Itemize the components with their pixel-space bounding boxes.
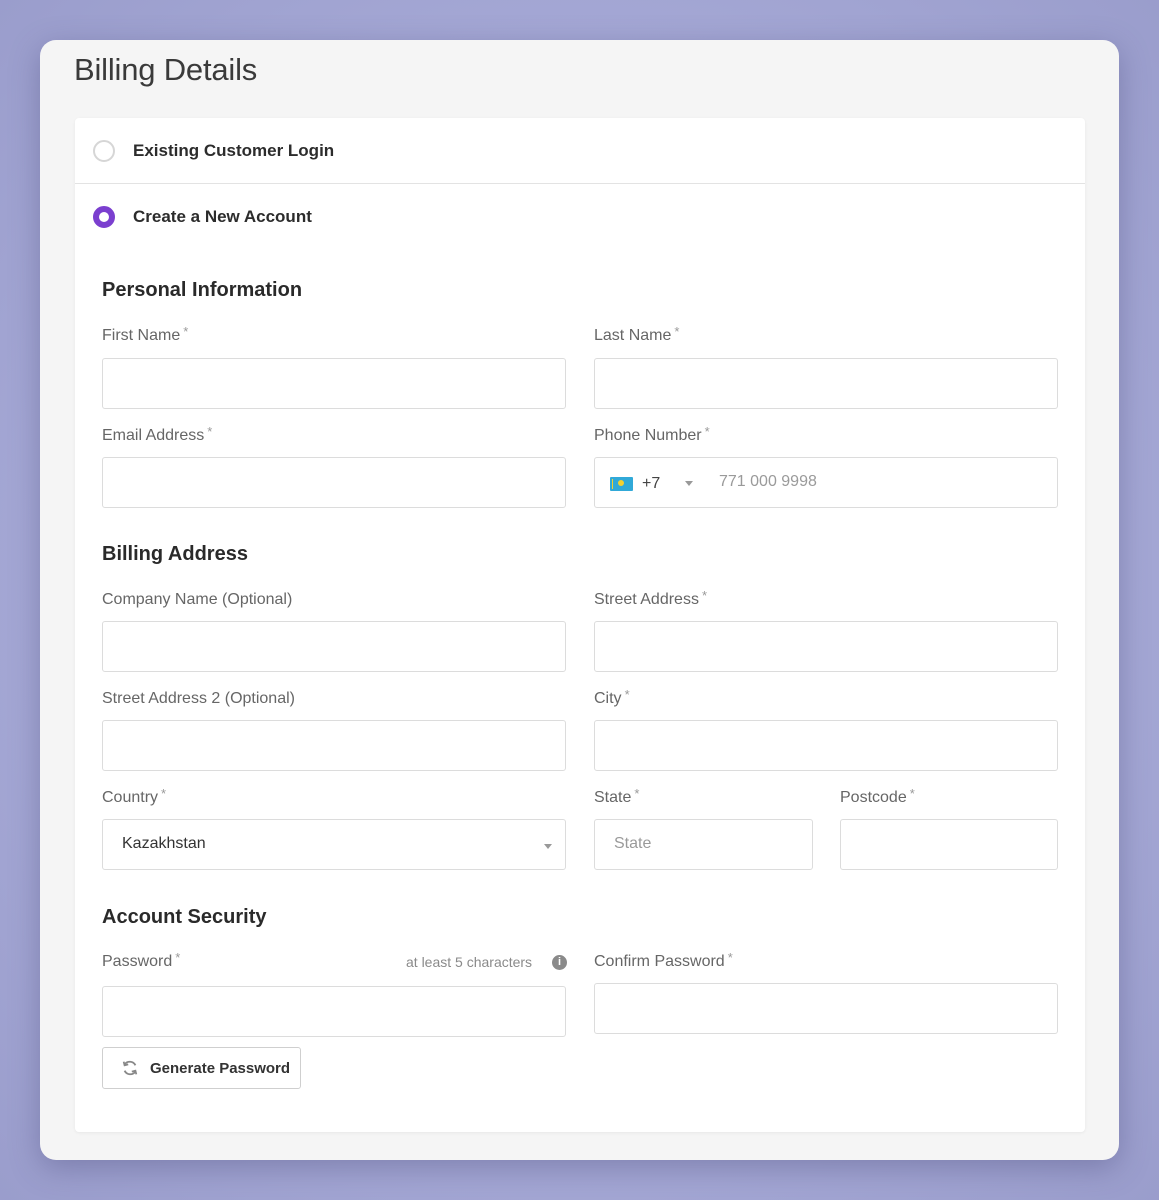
first-name-input[interactable] [102, 358, 566, 409]
street2-label: Street Address 2 (Optional) [102, 690, 295, 707]
generate-password-button[interactable]: Generate Password [102, 1047, 301, 1089]
email-label: Email Address * [102, 424, 213, 444]
company-input[interactable] [102, 621, 566, 672]
option-label-existing: Existing Customer Login [133, 140, 335, 160]
chevron-down-icon[interactable] [685, 481, 693, 486]
section-security-title: Account Security [102, 906, 267, 928]
last-name-label: Last Name * [594, 324, 680, 344]
confirm-password-label: Confirm Password * [594, 950, 733, 970]
country-label: Country * [102, 786, 167, 806]
option-new-account[interactable]: Create a New Account [75, 184, 1085, 250]
email-input[interactable] [102, 457, 566, 508]
postcode-label: Postcode * [840, 786, 915, 806]
city-input[interactable] [594, 720, 1058, 771]
option-label-new: Create a New Account [133, 207, 312, 226]
city-label: City * [594, 687, 630, 707]
password-label: Password * [102, 950, 181, 970]
info-icon[interactable]: i [552, 955, 567, 970]
street2-input[interactable] [102, 720, 566, 771]
section-personal-title: Personal Information [102, 279, 303, 301]
chevron-down-icon[interactable] [544, 844, 552, 849]
state-placeholder: State [614, 835, 652, 852]
company-label: Company Name (Optional) [102, 591, 293, 608]
page-title: Billing Details [74, 52, 258, 87]
confirm-password-input[interactable] [594, 983, 1058, 1034]
radio-new-account[interactable] [93, 206, 115, 228]
country-code[interactable]: +7 [642, 475, 660, 493]
section-billing-title: Billing Address [102, 543, 248, 565]
country-select[interactable]: Kazakhstan [102, 819, 566, 870]
street-label: Street Address * [594, 588, 708, 608]
kazakhstan-flag-icon[interactable] [610, 477, 633, 491]
generate-password-label: Generate Password [150, 1059, 291, 1077]
password-hint: at least 5 characters [406, 954, 533, 970]
postcode-input[interactable] [840, 819, 1058, 870]
state-label: State * [594, 786, 640, 806]
phone-placeholder: 771 000 9998 [719, 473, 817, 490]
state-input[interactable]: State [594, 819, 813, 870]
option-existing-customer[interactable]: Existing Customer Login [75, 118, 1085, 184]
country-value: Kazakhstan [122, 835, 206, 852]
radio-existing-customer[interactable] [93, 139, 115, 162]
last-name-input[interactable] [594, 358, 1058, 409]
billing-window: Billing Details Existing Customer Login … [40, 40, 1119, 1160]
billing-card: Existing Customer Login Create a New Acc… [75, 118, 1085, 1132]
phone-label: Phone Number * [594, 424, 710, 444]
phone-input[interactable]: +7 771 000 9998 [594, 457, 1058, 508]
password-input[interactable] [102, 986, 566, 1037]
refresh-icon [122, 1060, 138, 1076]
first-name-label: First Name * [102, 324, 189, 344]
street-input[interactable] [594, 621, 1058, 672]
